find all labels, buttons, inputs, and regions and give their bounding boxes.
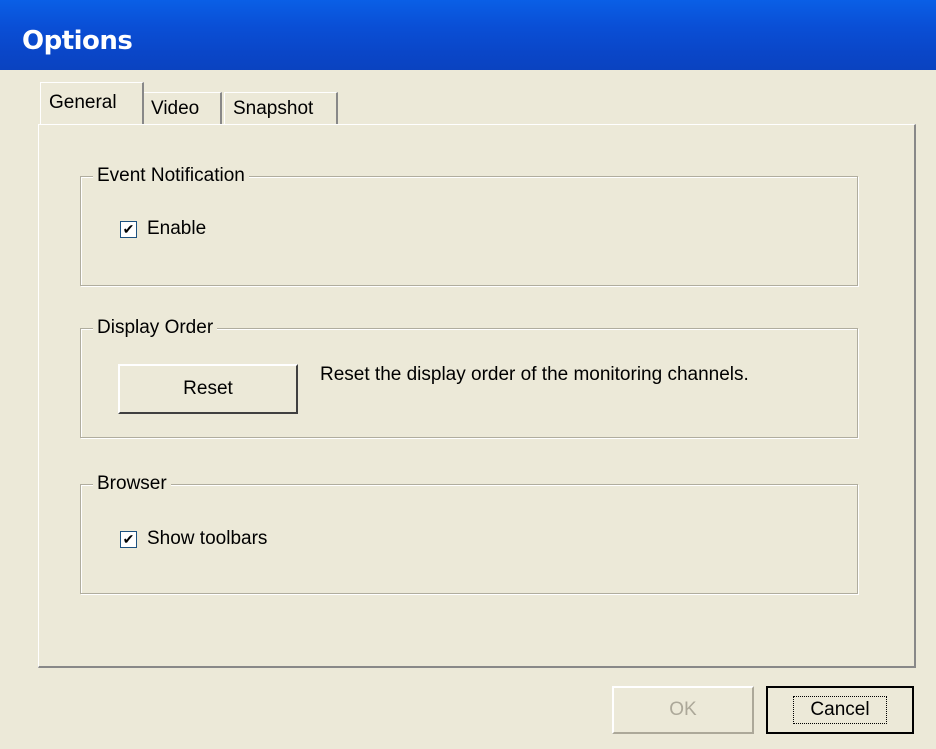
show-toolbars-checkbox[interactable]: ✔ — [120, 530, 137, 548]
display-order-title: Display Order — [93, 315, 218, 341]
enable-checkbox[interactable]: ✔ — [120, 220, 137, 238]
reset-button[interactable]: Reset — [118, 364, 298, 414]
tab-snapshot[interactable]: Snapshot — [224, 92, 338, 124]
tab-general-label: General — [49, 92, 117, 113]
ok-button-label: OK — [669, 699, 697, 720]
display-order-description: Reset the display order of the monitorin… — [320, 364, 749, 385]
enable-checkbox-row[interactable]: ✔ Enable — [120, 218, 206, 240]
ok-button[interactable]: OK — [612, 686, 754, 734]
event-notification-title: Event Notification — [93, 163, 249, 189]
tab-snapshot-label: Snapshot — [233, 98, 314, 119]
cancel-button[interactable]: Cancel — [766, 686, 914, 734]
tab-video-label: Video — [151, 98, 200, 119]
show-toolbars-checkbox-row[interactable]: ✔ Show toolbars — [120, 528, 267, 550]
show-toolbars-label: Show toolbars — [147, 528, 268, 549]
window-title: Options — [22, 26, 133, 56]
browser-title: Browser — [93, 471, 171, 497]
reset-button-label: Reset — [183, 378, 233, 399]
cancel-button-label: Cancel — [793, 696, 887, 724]
enable-label: Enable — [147, 218, 207, 239]
tab-video[interactable]: Video — [142, 92, 222, 124]
tab-general[interactable]: General — [40, 82, 144, 124]
